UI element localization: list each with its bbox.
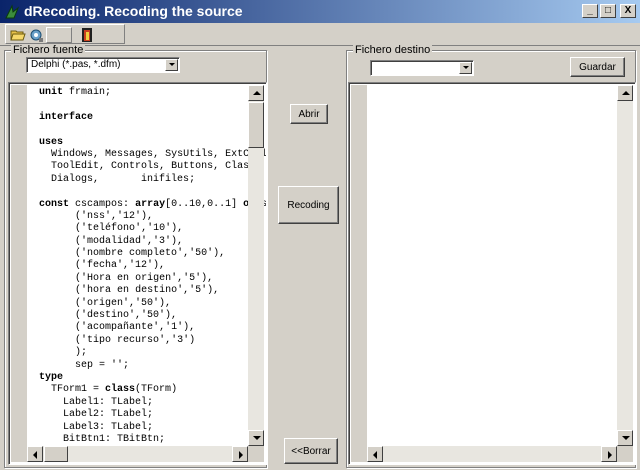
code-line: ('modalidad','3'), (39, 235, 184, 247)
destination-panel-label: Fichero destino (353, 44, 433, 56)
code-line: ); (39, 347, 88, 359)
open-button[interactable]: Abrir (290, 104, 328, 124)
code-line: unit frmain; (39, 87, 112, 98)
clear-button[interactable]: <<Borrar (284, 438, 338, 464)
code-line: Label3: TLabel; (39, 421, 154, 433)
close-icon: X (624, 5, 632, 16)
scroll-right-button[interactable] (232, 446, 248, 462)
editor-gutter (351, 85, 367, 462)
close-button[interactable]: X (620, 4, 636, 18)
source-code-editor[interactable]: unit frmain; interface uses Windows, Messa… (8, 82, 267, 465)
source-filter-value: Delphi (*.pas, *.dfm) (31, 59, 121, 70)
code-line: ('fecha','12'), (39, 260, 166, 272)
code-line: ToolEdit, Controls, Buttons, Classe (51, 161, 262, 173)
scroll-corner (248, 446, 264, 462)
toolbar (0, 23, 640, 46)
source-vertical-scrollbar[interactable] (248, 85, 264, 446)
source-panel-label: Fichero fuente (11, 44, 86, 56)
source-horizontal-scrollbar[interactable] (27, 446, 248, 462)
code-line: ('hora en destino','5'), (39, 285, 220, 297)
code-line: sep = ''; (75, 359, 130, 371)
editor-gutter (11, 85, 27, 462)
recoding-button[interactable]: Recoding (278, 186, 339, 224)
code-line: TForm1 = class(TForm) (39, 384, 178, 396)
code-line: const cscampos: array[0..10,0..1] of s (39, 198, 267, 210)
scroll-up-button[interactable] (248, 85, 264, 101)
code-line: ('destino','50'), (39, 310, 178, 322)
scroll-left-button[interactable] (367, 446, 383, 462)
open-folder-icon[interactable] (10, 27, 26, 43)
blank-toolbar-button[interactable] (46, 27, 72, 43)
arrow-down-icon (622, 436, 630, 440)
code-line: ('teléfono','10'), (39, 223, 184, 235)
source-code-text[interactable]: unit frmain; interface uses Windows, Messa… (39, 87, 267, 446)
horizontal-scroll-thumb[interactable] (44, 446, 68, 462)
scroll-right-button[interactable] (601, 446, 617, 462)
code-line: interface (39, 111, 94, 123)
toolbar-group (5, 24, 125, 44)
exit-door-icon[interactable] (79, 27, 95, 43)
arrow-left-icon (373, 451, 377, 459)
source-filter-dropdown-button[interactable] (165, 59, 178, 71)
save-button[interactable]: Guardar (570, 57, 625, 77)
source-filter-select[interactable]: Delphi (*.pas, *.dfm) (26, 57, 180, 73)
code-line: BitBtn1: TBitBtn; (39, 433, 166, 445)
code-line: ('nombre completo','50'), (39, 248, 226, 260)
maximize-icon: □ (604, 5, 612, 16)
app-icon (5, 4, 20, 19)
arrow-right-icon (239, 451, 243, 459)
arrow-up-icon (253, 91, 261, 95)
code-line: ('tipo recurso','3') (39, 334, 196, 346)
title-bar[interactable]: dRecoding. Recoding the source _ □ X (0, 0, 640, 23)
settings-icon[interactable] (28, 27, 44, 43)
destination-filter-select[interactable] (370, 60, 474, 76)
minimize-icon: _ (587, 5, 593, 16)
code-line: Label1: TLabel; (39, 396, 154, 408)
code-line: type (39, 371, 64, 383)
maximize-button[interactable]: □ (600, 4, 616, 18)
code-line: Windows, Messages, SysUtils, ExtCtrl (51, 148, 267, 160)
chevron-down-icon (463, 66, 469, 69)
code-line: ('acompañante','1'), (39, 322, 196, 334)
code-line: uses (39, 136, 64, 148)
destination-code-editor[interactable] (348, 82, 636, 465)
window-title: dRecoding. Recoding the source (24, 3, 243, 19)
arrow-up-icon (622, 91, 630, 95)
code-line: Dialogs, inifiles; (51, 173, 196, 185)
destination-filter-dropdown-button[interactable] (459, 62, 472, 74)
scroll-thumb[interactable] (248, 102, 264, 148)
arrow-down-icon (253, 436, 261, 440)
code-line: ('origen','50'), (39, 297, 172, 309)
arrow-left-icon (33, 451, 37, 459)
minimize-button[interactable]: _ (582, 4, 598, 18)
destination-horizontal-scrollbar[interactable] (367, 446, 617, 462)
code-line: ('nss','12'), (39, 210, 154, 222)
scroll-corner (617, 446, 633, 462)
scroll-left-button[interactable] (27, 446, 43, 462)
code-line: ('Hora en origen','5'), (39, 272, 214, 284)
chevron-down-icon (169, 63, 175, 66)
scroll-down-button[interactable] (248, 430, 264, 446)
destination-vertical-scrollbar[interactable] (617, 85, 633, 446)
scroll-down-button[interactable] (617, 430, 633, 446)
scroll-up-button[interactable] (617, 85, 633, 101)
code-line: Label2: TLabel; (39, 409, 154, 421)
arrow-right-icon (608, 451, 612, 459)
